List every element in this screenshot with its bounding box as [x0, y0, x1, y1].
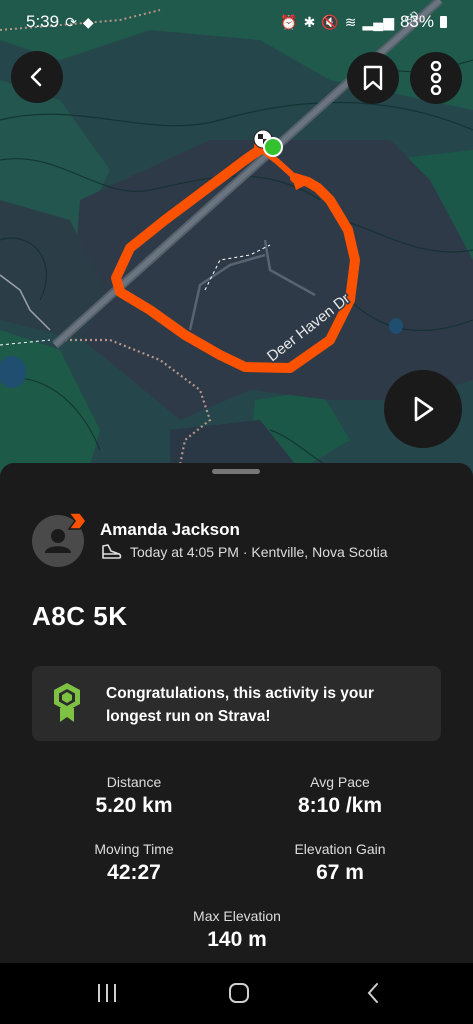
sync-icon: ⟳: [65, 13, 77, 30]
clock: 5:39: [26, 12, 60, 31]
status-right: ⏰ ✱ 🔇 ≋ ▂▄▆ 83%: [280, 12, 447, 32]
stat-elevation-gain: Elevation Gain 67 m: [235, 841, 445, 885]
stat-max-elevation: Max Elevation 140 m: [132, 908, 342, 952]
stat-value: 8:10 /km: [297, 794, 383, 817]
stat-label: Distance: [106, 774, 162, 790]
activity-title: A8C 5K: [32, 601, 128, 631]
shoe-icon: [102, 544, 122, 559]
mute-icon: 🔇: [321, 13, 339, 30]
stat-value: 67 m: [316, 861, 364, 884]
home-icon[interactable]: [227, 980, 251, 1006]
achievement-badge-icon: [54, 683, 80, 722]
back-button[interactable]: [11, 51, 63, 103]
bluetooth-icon: ✱: [303, 13, 316, 30]
athlete-name[interactable]: Amanda Jackson: [100, 520, 240, 540]
status-bar: 5:39 ⟳ ◆ ⏰ ✱ 🔇 ≋ ▂▄▆ 83%: [0, 0, 473, 44]
more-options-button[interactable]: [410, 52, 462, 104]
status-left: 5:39 ⟳ ◆: [26, 12, 94, 32]
system-nav-bar: [0, 963, 473, 1024]
stat-value: 42:27: [107, 861, 161, 884]
stat-value: 5.20 km: [95, 794, 173, 817]
drag-handle[interactable]: [212, 469, 260, 474]
strava-notification-icon: ◆: [82, 13, 94, 30]
stat-label: Elevation Gain: [294, 841, 386, 857]
bookmark-icon: [363, 65, 383, 91]
signal-icon: ▂▄▆: [362, 13, 394, 30]
stat-value: 140 m: [207, 928, 267, 951]
activity-meta-text: Today at 4:05 PM · Kentville, Nova Scoti…: [130, 544, 388, 560]
subscriber-badge-icon: [67, 512, 87, 530]
stat-label: Moving Time: [94, 841, 174, 857]
stat-distance: Distance 5.20 km: [29, 774, 239, 818]
achievement-text: Congratulations, this activity is your l…: [106, 685, 374, 725]
play-icon: [414, 396, 434, 422]
stat-label: Avg Pace: [310, 774, 370, 790]
wifi-icon: ≋: [344, 13, 357, 30]
play-flyover-button[interactable]: [384, 370, 462, 448]
stat-moving-time: Moving Time 42:27: [29, 841, 239, 885]
battery-icon: [440, 16, 447, 28]
chevron-left-icon: [30, 67, 42, 87]
bookmark-button[interactable]: [347, 52, 399, 104]
activity-sheet[interactable]: Amanda Jackson Today at 4:05 PM · Kentvi…: [0, 463, 473, 963]
back-nav-icon[interactable]: [362, 980, 386, 1006]
alarm-icon: ⏰: [280, 13, 298, 30]
more-vertical-icon: [430, 61, 442, 95]
battery-percent: 83%: [399, 12, 434, 31]
stat-label: Max Elevation: [193, 908, 281, 924]
activity-screen: Deer Haven Dr sp 5:39 ⟳ ◆ ⏰ ✱ 🔇 ≋ ▂▄▆ 83…: [0, 0, 473, 1024]
recents-icon[interactable]: [95, 980, 119, 1006]
activity-meta: Today at 4:05 PM · Kentville, Nova Scoti…: [100, 543, 388, 561]
achievement-card[interactable]: Congratulations, this activity is your l…: [32, 666, 441, 741]
stat-avg-pace: Avg Pace 8:10 /km: [235, 774, 445, 818]
